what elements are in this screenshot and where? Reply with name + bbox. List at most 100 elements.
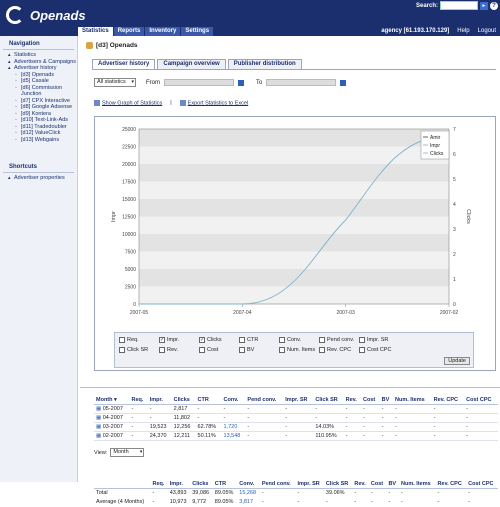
metric-checkbox[interactable]: BV [239,347,254,353]
table-cell[interactable]: ▦ 05-2007 [94,404,130,414]
checkbox-icon[interactable]: ✓ [199,337,205,343]
column-header[interactable]: BV [386,480,400,489]
sub-tabs: Advertiser history Campaign overview Pub… [92,59,302,69]
table-cell: 13,548 [221,431,246,441]
view-select[interactable]: Month [110,448,145,457]
column-header[interactable]: Impr. [147,396,172,405]
checkbox-icon[interactable] [319,337,325,343]
column-header[interactable]: Month ▾ [94,396,130,405]
column-header[interactable]: CTR [212,480,238,489]
column-header[interactable]: BV [379,396,394,405]
metric-checkbox[interactable]: Conv. [279,337,301,343]
column-header[interactable]: Rev. CPC [435,480,467,489]
y-tick-label: 7500 [125,250,136,256]
column-header[interactable] [94,480,151,489]
table-cell: - [283,431,314,441]
table-cell: - [361,431,380,441]
table-cell: 11,802 [171,413,196,423]
metric-checkbox[interactable]: Req. [119,337,139,343]
column-header[interactable]: Click SR [313,396,344,405]
column-header[interactable]: Cost [361,396,380,405]
metric-checkbox[interactable]: Cost [199,347,218,353]
checkbox-icon[interactable] [239,347,245,353]
statistics-table: Month ▾ Req. Impr. Clicks CTR Conv. Pend conv.… [94,396,498,441]
column-header[interactable]: Req. [129,396,148,405]
checkbox-icon[interactable] [199,347,205,353]
filters: All statistics From To [94,78,347,87]
checkbox-icon[interactable] [119,337,125,343]
update-button[interactable]: Update [444,357,470,365]
checkbox-icon[interactable] [279,337,285,343]
column-header[interactable]: Impr. SR [283,396,314,405]
metric-checkbox[interactable]: ✓ Impr. [159,337,179,343]
checkbox-icon[interactable] [359,347,365,353]
metric-checkbox[interactable]: Rev. CPC [319,347,351,353]
table-row: ▦ 03-2007-19,523 12,256 62.78% 1,720- -14.03… [94,422,498,432]
column-header[interactable]: Rev. CPC [431,396,465,405]
table-cell[interactable]: ▦ 02-2007 [94,431,130,441]
metric-checkbox[interactable]: Impr. SR [359,337,388,343]
metric-checkbox[interactable]: Click SR [119,347,148,353]
help-link[interactable]: Help [457,28,469,34]
table-cell: - [354,490,357,497]
metric-checkbox[interactable]: Pend conv. [319,337,354,343]
column-header[interactable]: Num. Items [393,396,432,405]
column-header[interactable]: Conv. [237,480,260,489]
metric-checkbox[interactable]: Cost CPC [359,347,391,353]
search-input[interactable] [440,1,479,10]
metric-checkbox[interactable]: Num. Items [279,347,315,353]
table-cell[interactable]: ▦ 03-2007 [94,422,130,432]
tab-reports[interactable]: Reports [113,27,145,36]
to-date-input[interactable] [266,79,337,86]
help-icon[interactable]: ? [490,1,499,10]
checkbox-icon[interactable] [279,347,285,353]
tab-statistics[interactable]: Statistics [78,27,113,36]
column-header[interactable]: Cost [368,480,387,489]
calendar-icon[interactable] [238,79,244,86]
y-tick-label: 20000 [122,162,136,168]
calendar-icon[interactable] [340,79,347,86]
column-header[interactable]: Pend conv. [259,480,296,489]
sidebar-subitem[interactable]: [d6] Commission Junction [15,85,77,98]
metric-checkbox[interactable]: CTR [239,337,258,343]
from-date-input[interactable] [164,79,234,86]
export-link[interactable]: Export Statistics to Excel [179,100,248,106]
table-cell: 50.11% [195,431,222,441]
column-header[interactable]: Cost CPC [464,396,498,405]
metric-checkbox[interactable]: ✓ Clicks [199,337,222,343]
table-cell[interactable]: ▦ 04-2007 [94,413,130,423]
search-go-button[interactable]: ► [480,1,489,10]
checkbox-icon[interactable] [239,337,245,343]
column-header[interactable]: Impr. [167,480,191,489]
shortcut-advertiser-properties[interactable]: Advertiser properties [8,175,77,182]
column-header[interactable]: CTR [195,396,222,405]
checkbox-icon[interactable]: ✓ [159,337,165,343]
column-header[interactable]: Impr. SR [295,480,324,489]
show-graph-link[interactable]: Show Graph of Statistics [94,100,162,106]
column-header[interactable]: Pend conv. [245,396,284,405]
column-header[interactable]: Cost CPC [466,480,498,489]
column-header[interactable]: Req. [150,480,168,489]
sidebar-subitem[interactable]: [d13] Webgains [15,137,77,144]
column-header[interactable]: Clicks [171,396,196,405]
tab-settings[interactable]: Settings [181,27,214,36]
checkbox-icon[interactable] [319,347,325,353]
column-header[interactable]: Rev. [343,396,362,405]
tab-inventory[interactable]: Inventory [145,27,181,36]
column-header[interactable]: Num. Items [399,480,436,489]
tab-campaign-overview[interactable]: Campaign overview [157,59,226,69]
checkbox-icon[interactable] [119,347,125,353]
tab-advertiser-history[interactable]: Advertiser history [92,59,156,69]
column-header[interactable]: Clicks [190,480,213,489]
table-cell: - [152,499,155,505]
metric-checkbox[interactable]: Rev. [159,347,178,353]
period-select[interactable]: All statistics [94,78,136,87]
checkbox-icon[interactable] [359,337,365,343]
logout-link[interactable]: Logout [478,28,496,34]
checkbox-icon[interactable] [159,347,165,353]
tab-publisher-distribution[interactable]: Publisher distribution [227,59,302,69]
column-header[interactable]: Conv. [221,396,246,405]
column-header[interactable]: Click SR [323,480,353,489]
y2-tick-label: 6 [453,152,456,158]
column-header[interactable]: Rev. [352,480,369,489]
